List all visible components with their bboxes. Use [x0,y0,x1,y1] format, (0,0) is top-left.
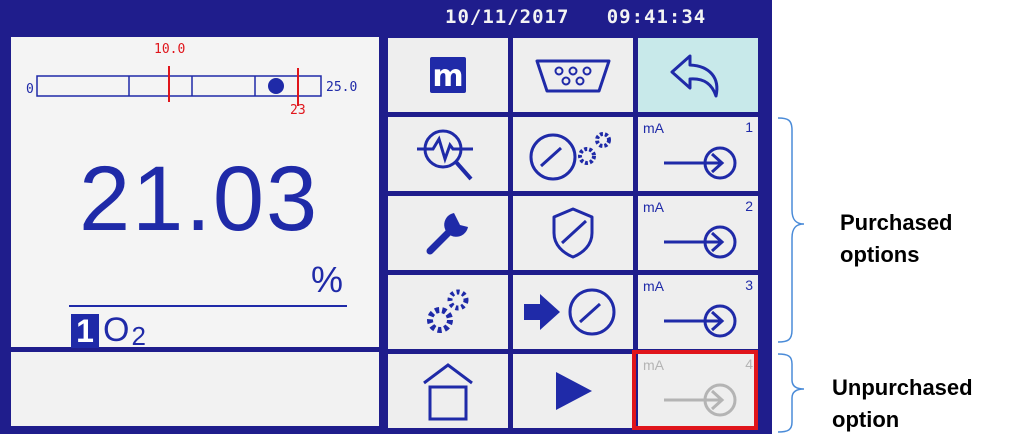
output-3-unit: mA [643,278,664,294]
gas-subscript: 2 [131,321,146,351]
value-indicator [268,78,284,94]
unpurchased-line1: Unpurchased [832,375,973,400]
measurement-bar [36,66,322,106]
unpurchased-annotation: Unpurchased option [832,372,973,436]
wrench-icon [426,213,468,255]
service-button[interactable] [388,196,508,270]
output-arrow-icon [664,304,737,338]
time-text: 09:41:34 [606,6,707,28]
datetime: 10/11/2017 09:41:34 [445,6,706,28]
unpurchased-bracket [777,353,805,433]
gas-main: O [103,311,130,349]
purchased-line1: Purchased [840,210,953,235]
gauge-settings-button[interactable] [513,117,633,191]
serial-port-button[interactable] [513,38,633,112]
output-3-button[interactable]: mA 3 [638,275,758,349]
gauge-input-button[interactable] [513,275,633,349]
output-1-number: 1 [745,119,753,135]
reading-value: 21.03 [79,148,320,250]
home-icon [423,363,473,421]
back-button[interactable] [638,38,758,112]
purchased-line2: options [840,242,920,267]
serial-port-icon [535,59,611,93]
purchased-bracket [777,117,805,343]
unpurchased-line2: option [832,407,900,432]
play-icon [556,372,592,410]
output-3-number: 3 [745,277,753,293]
output-1-unit: mA [643,120,664,136]
annotation-brackets [777,117,805,433]
status-panel [11,352,379,426]
security-button[interactable] [513,196,633,270]
unit-divider [69,305,347,307]
unpurchased-highlight-box [632,350,758,430]
output-2-number: 2 [745,198,753,214]
svg-text:m: m [432,59,463,94]
gears-icon [427,289,469,333]
play-button[interactable] [513,354,633,428]
output-arrow-icon [664,146,737,180]
unit-label: % [311,259,344,300]
date-text: 10/11/2017 [445,6,570,28]
output-2-unit: mA [643,199,664,215]
menu-m-icon: m [430,57,466,94]
shield-icon [552,207,594,259]
diagnostics-button[interactable] [388,117,508,191]
magnifier-pulse-icon [417,129,473,181]
arrow-gauge-icon [524,288,616,336]
channel-badge: 1 [71,314,99,348]
gas-label: O2 [103,313,146,349]
gauge-gear-icon [529,132,611,181]
output-1-button[interactable]: mA 1 [638,117,758,191]
output-arrow-icon [664,225,737,259]
menu-button[interactable]: m [388,38,508,112]
output-2-button[interactable]: mA 2 [638,196,758,270]
back-arrow-icon [670,54,719,98]
home-button[interactable] [388,354,508,428]
configuration-button[interactable] [388,275,508,349]
measurement-panel: 0 10.0 23 25.0 21.03 % 1 O2 [11,37,379,349]
purchased-annotation: Purchased options [840,207,953,271]
